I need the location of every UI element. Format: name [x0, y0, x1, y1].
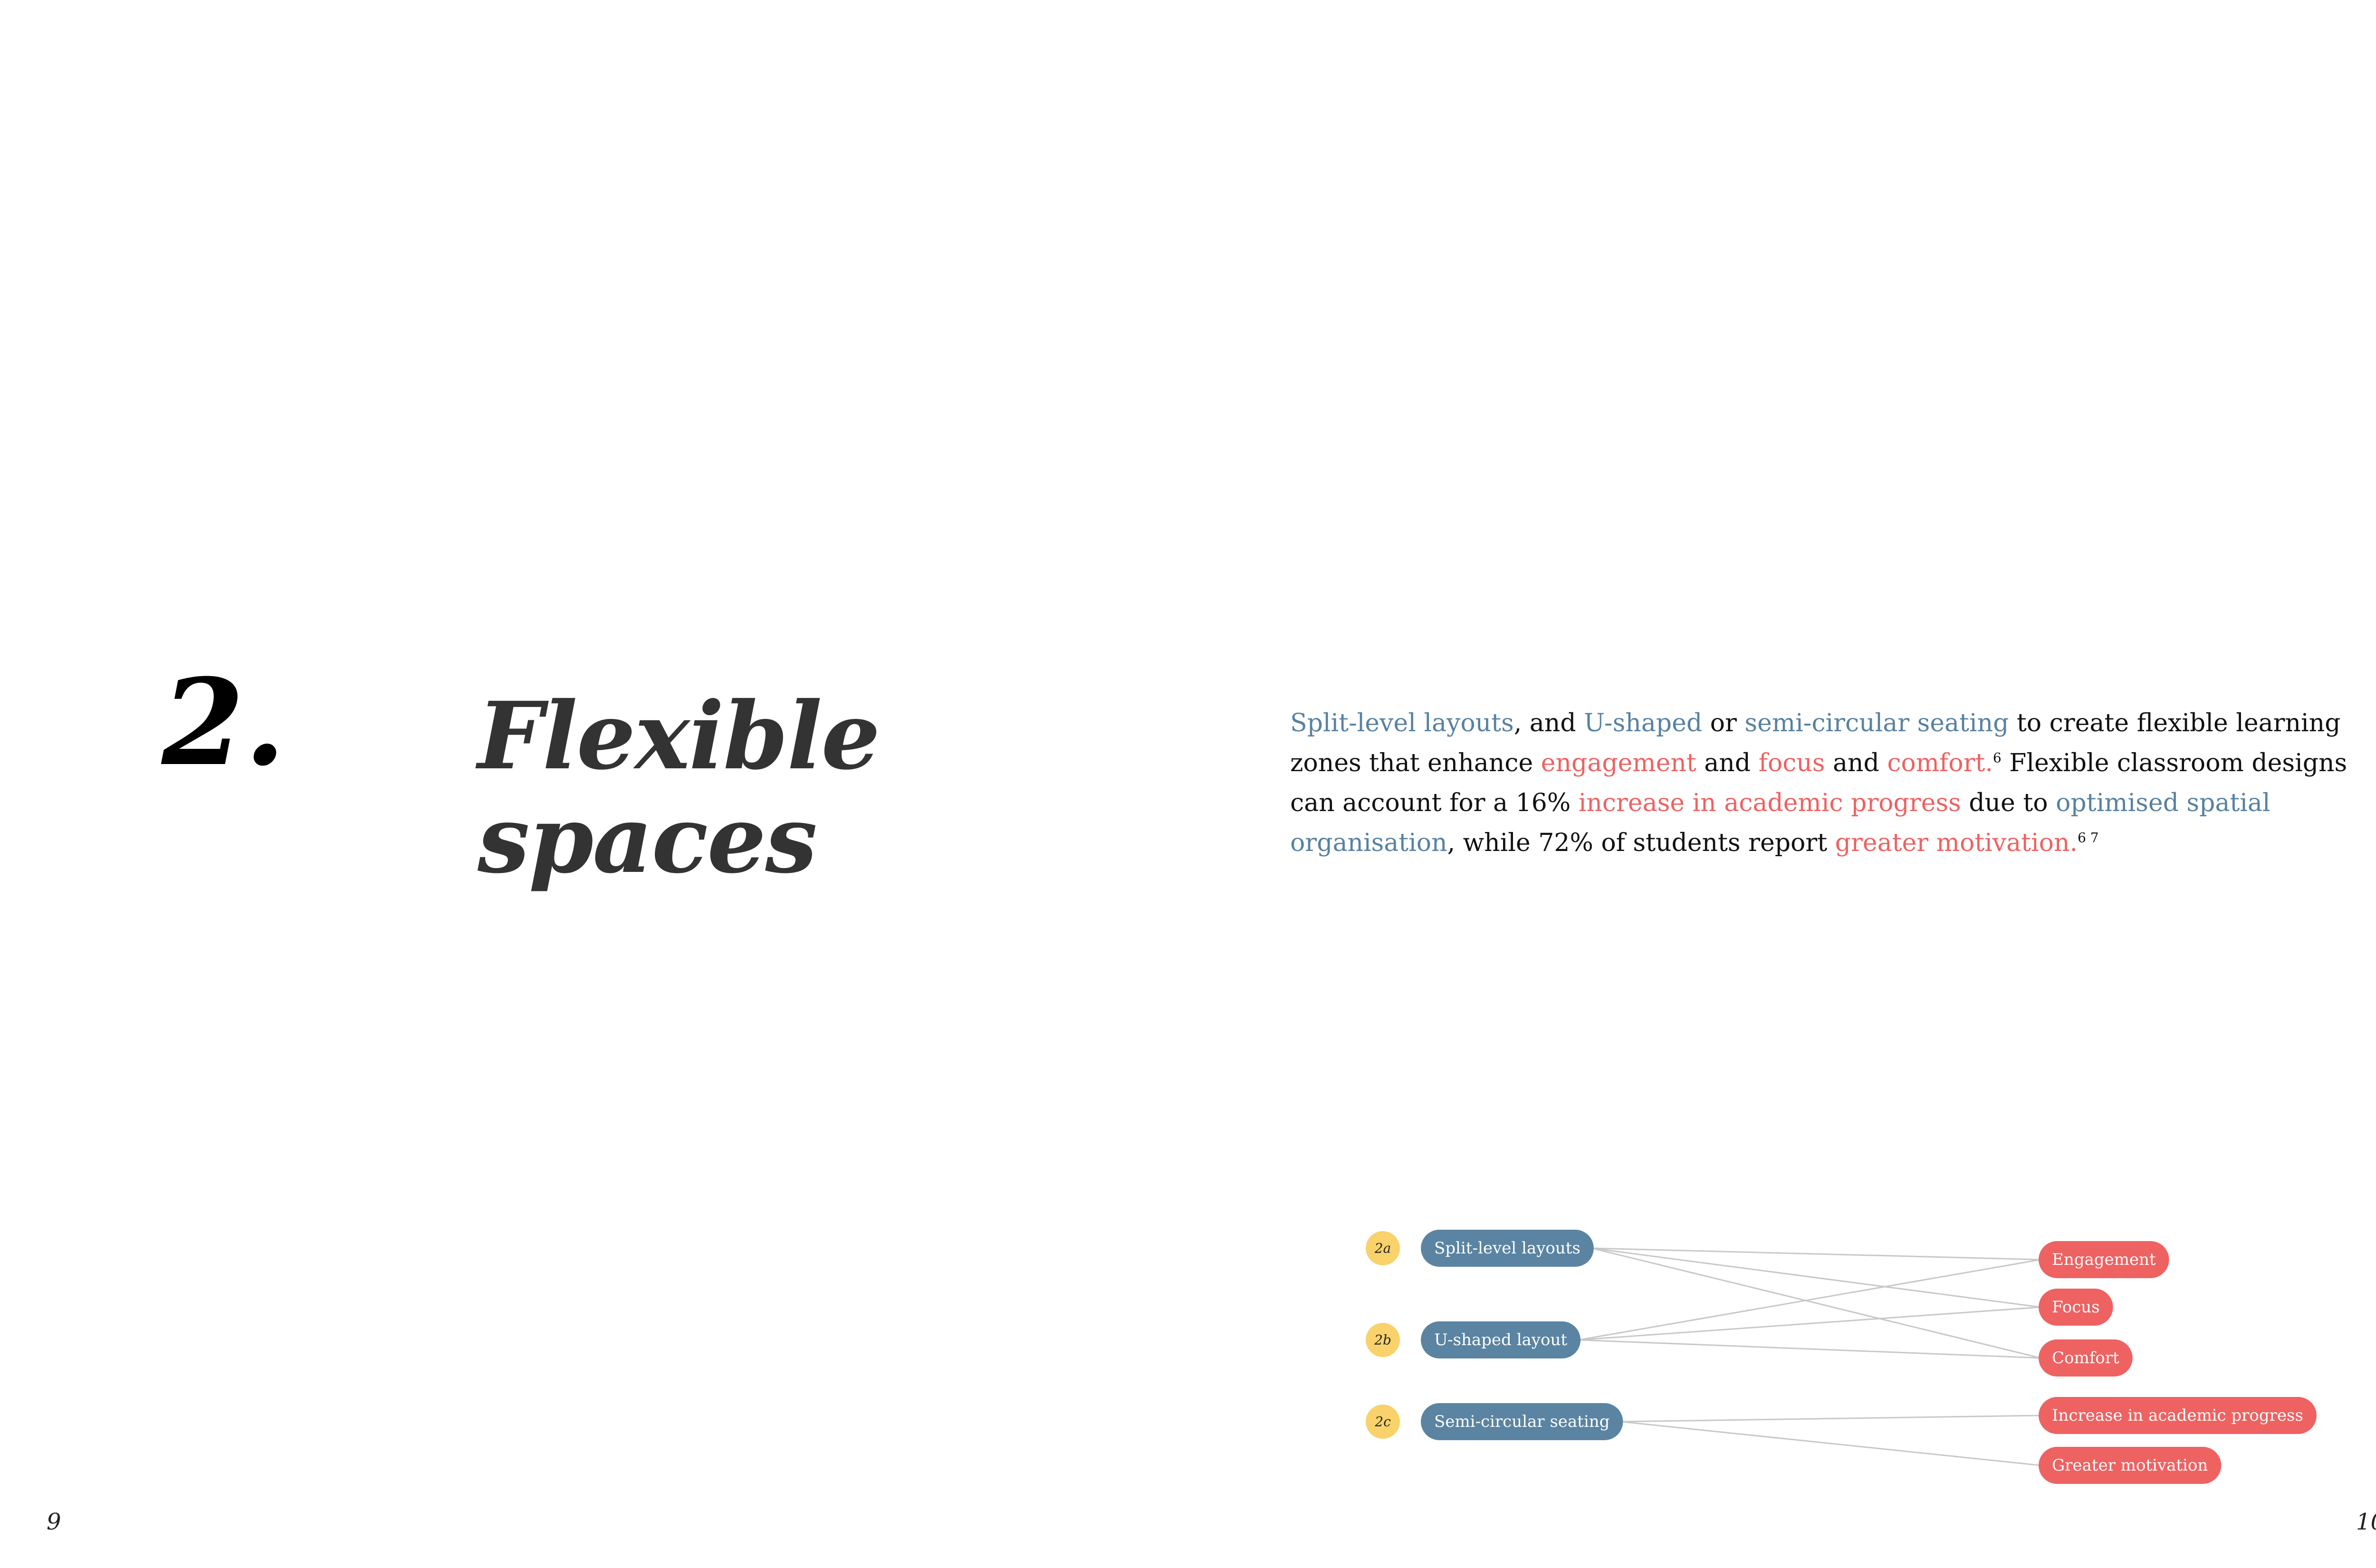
outcome-node-academic-label: Increase in academic progress — [2052, 1406, 2303, 1425]
outcome-node-academic: Increase in academic progress — [2039, 1397, 2317, 1434]
design-node-semi: Semi-circular seating — [1421, 1403, 1623, 1440]
tag-badge-2b: 2b — [1366, 1323, 1400, 1357]
link-ushape-engagement — [1578, 1259, 2041, 1341]
design-node-split: Split-level layouts — [1421, 1230, 1594, 1267]
term-focus: focus — [1758, 749, 1825, 777]
outcome-node-focus-label: Focus — [2052, 1298, 2100, 1317]
link-semi-motivation — [1621, 1421, 2041, 1466]
section-title-line-1: Flexible — [478, 681, 880, 790]
page-number-right: 10 — [2356, 1509, 2376, 1535]
link-semi-academic — [1621, 1415, 2041, 1423]
tag-badge-2c: 2c — [1366, 1405, 1400, 1439]
outcome-node-comfort: Comfort — [2039, 1339, 2133, 1377]
term-split-level-layouts: Split-level layouts — [1290, 709, 1514, 737]
reference-marker: 6 — [1993, 750, 2002, 766]
outcome-node-engagement: Engagement — [2039, 1241, 2169, 1278]
term-semi-circular-seating: semi-circular seating — [1744, 709, 2009, 737]
link-ushape-focus — [1578, 1306, 2041, 1341]
section-title-line-2: spaces — [478, 785, 817, 894]
page-number-left: 9 — [47, 1509, 61, 1535]
reference-marker: 6 7 — [2078, 830, 2099, 846]
body-paragraph: Split-level layouts, and U-shaped or sem… — [1290, 703, 2376, 863]
section-number: 2. — [162, 652, 286, 792]
design-outcome-diagram: 2a Split-level layouts 2b U-shaped layout 2c… — [1366, 1230, 2317, 1484]
tag-badge-label: 2a — [1374, 1241, 1391, 1256]
body-text-run: and — [1825, 749, 1887, 777]
tag-badge-2a: 2a — [1366, 1231, 1400, 1265]
term-increase-in-academic-progress: increase in academic progress — [1578, 789, 1961, 817]
outcome-node-motivation-label: Greater motivation — [2052, 1456, 2208, 1475]
body-text-run: or — [1702, 709, 1745, 737]
tag-badge-label: 2b — [1374, 1332, 1391, 1348]
diagram-links — [1578, 1247, 2041, 1466]
body-text-run: and — [1696, 749, 1759, 777]
outcome-node-engagement-label: Engagement — [2052, 1250, 2156, 1269]
body-text-run: due to — [1961, 789, 2056, 817]
link-split-comfort — [1591, 1247, 2041, 1359]
design-node-semi-label: Semi-circular seating — [1434, 1412, 1610, 1431]
outcome-node-motivation: Greater motivation — [2039, 1447, 2222, 1484]
outcome-node-focus: Focus — [2039, 1289, 2113, 1326]
term-greater-motivation: greater motivation. — [1835, 829, 2078, 857]
body-text-run: , while 72% of students report — [1447, 829, 1835, 857]
design-node-split-label: Split-level layouts — [1434, 1239, 1581, 1258]
term-u-shaped: U-shaped — [1584, 709, 1703, 737]
design-node-ushape-label: U-shaped layout — [1434, 1330, 1567, 1349]
body-text-run: , and — [1514, 709, 1584, 737]
link-split-engagement — [1591, 1247, 2041, 1261]
tag-badge-label: 2c — [1374, 1414, 1391, 1430]
link-ushape-comfort — [1578, 1339, 2041, 1359]
outcome-node-comfort-label: Comfort — [2052, 1348, 2119, 1367]
term-comfort: comfort. — [1887, 749, 1993, 777]
section-title: Flexible spaces — [478, 681, 880, 894]
diagram-nodes: 2a Split-level layouts 2b U-shaped layout 2c… — [1366, 1230, 2317, 1484]
term-engagement: engagement — [1541, 749, 1696, 777]
design-node-ushape: U-shaped layout — [1421, 1321, 1581, 1358]
